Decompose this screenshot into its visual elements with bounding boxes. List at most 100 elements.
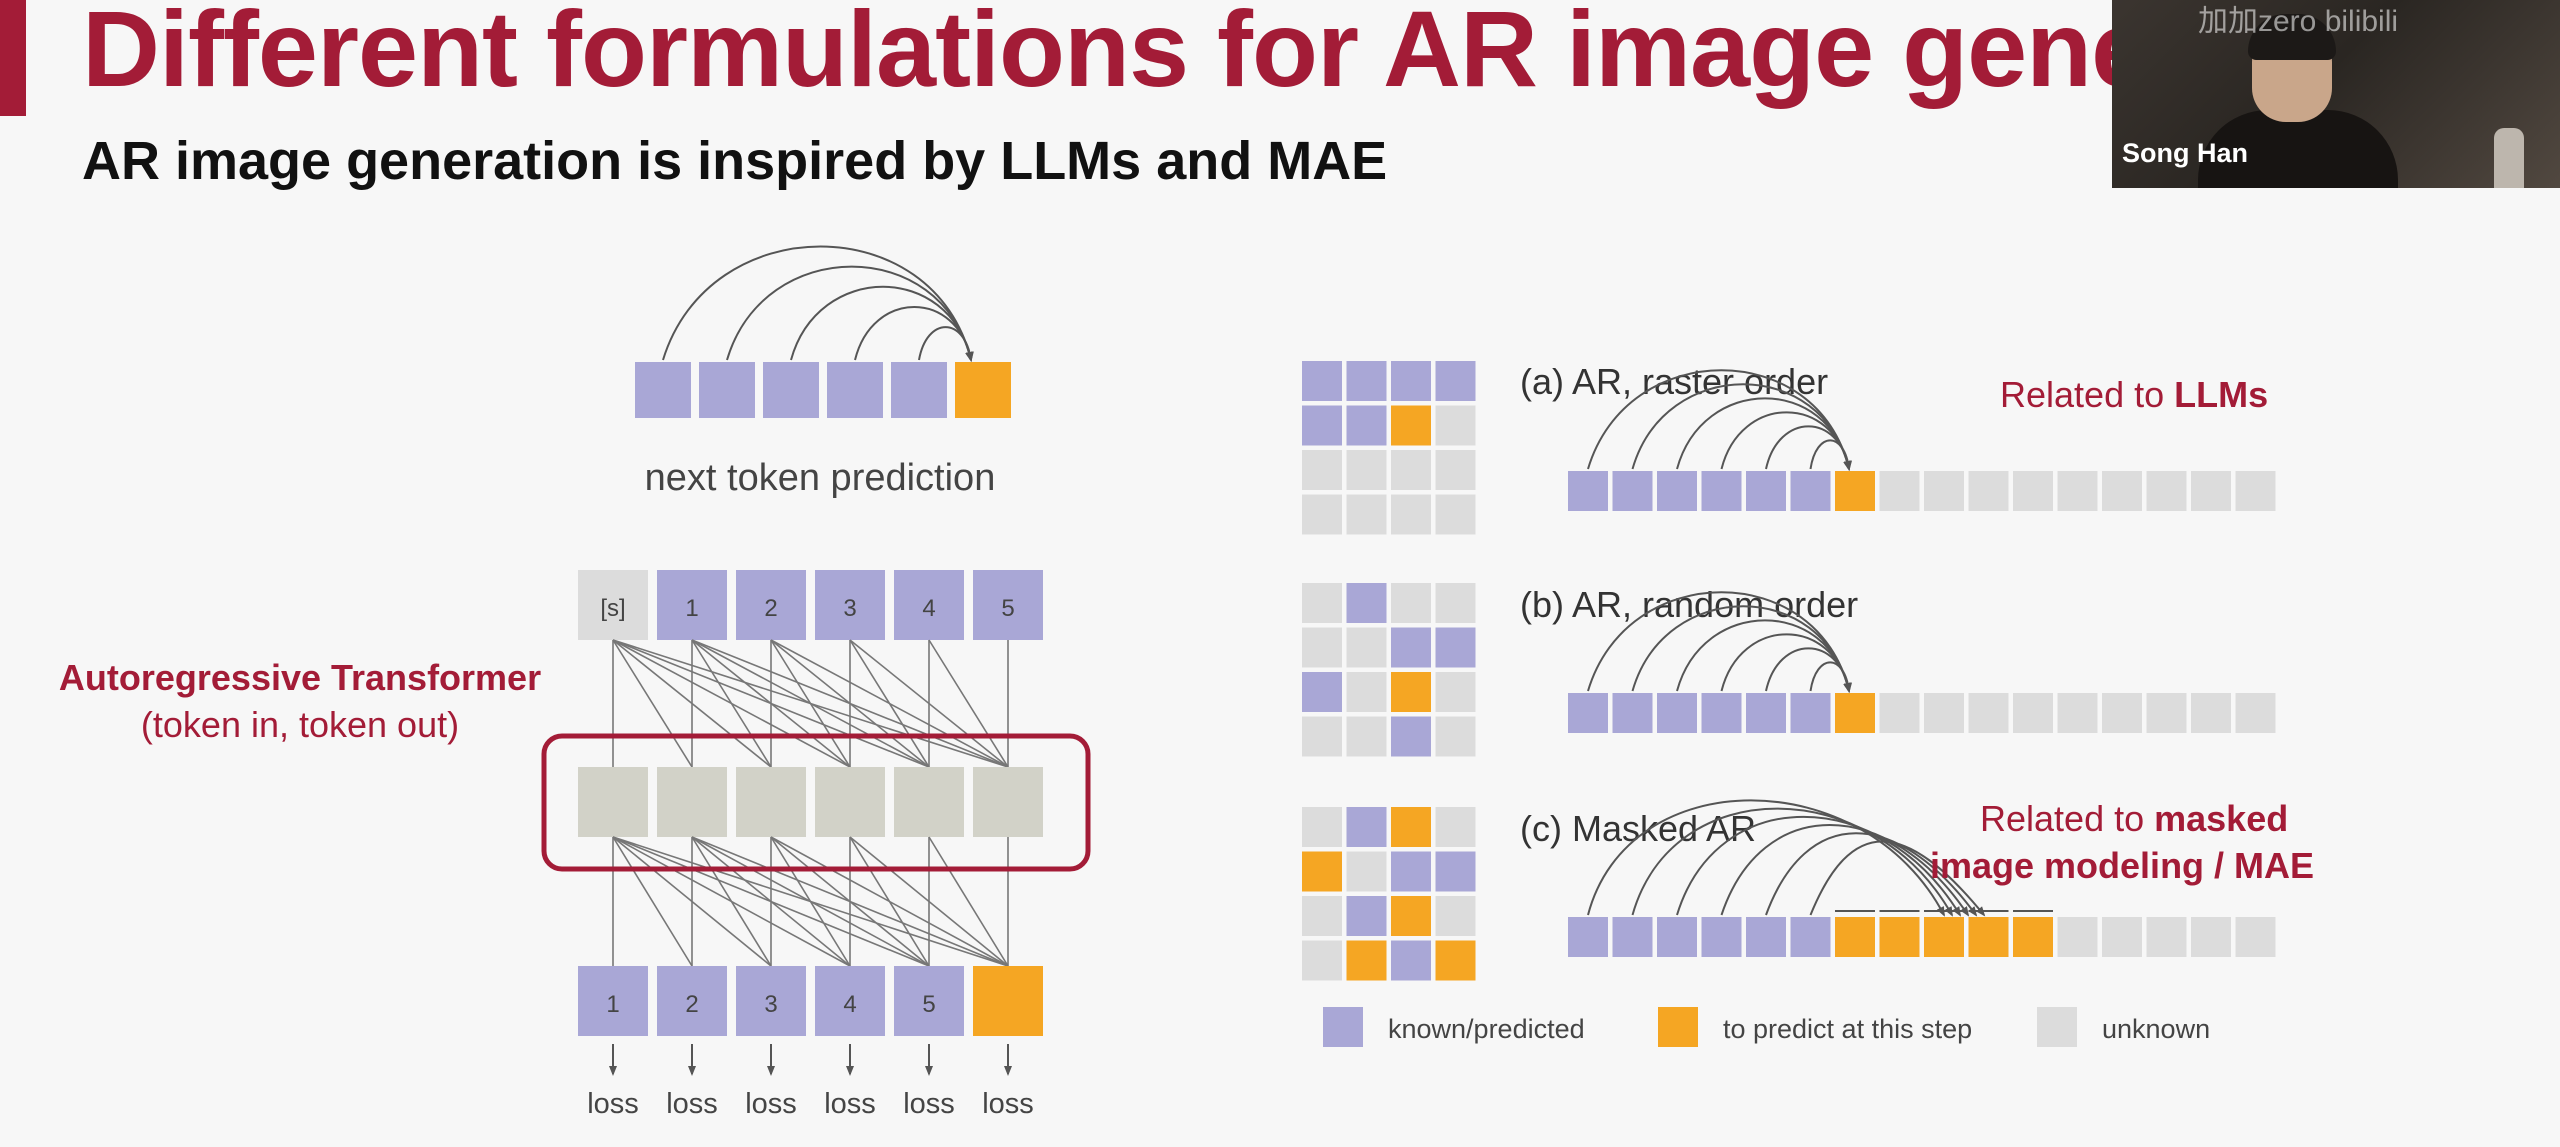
hidden-unit [973,767,1043,837]
input-token-label: 5 [1001,595,1014,622]
sequence-arc-4 [1765,425,1852,471]
sequence-known [1701,917,1742,957]
sequence-arc-5 [1809,439,1853,471]
hidden-unit [894,767,964,837]
sequence-unknown [1924,693,1964,733]
sequence-known [1612,917,1653,957]
ar-formulations-diagram: next token prediction[s] 1 2 3 4 51 2 3 4 5loss lo… [59,245,2314,1120]
sequence-known [1657,917,1697,957]
prediction-arc-4 [918,326,974,362]
formulation-label: (a) AR, raster order [1520,361,1828,402]
sequence-unknown [2102,917,2142,957]
hidden-unit [736,767,806,837]
sequence-predict [1835,693,1875,733]
related-mae-prefix: Related to [1980,798,2154,839]
input-token-label: 1 [685,595,698,622]
sequence-predict [1968,917,2009,957]
legend-swatch-known [1323,1007,1363,1047]
sequence-unknown [2191,471,2231,511]
sequence-unknown [2146,693,2187,733]
grid-cell [1302,494,1342,535]
grid-cell [1302,405,1342,446]
sequence-known [1701,693,1742,733]
attention-line [612,836,693,967]
transformer-label: Autoregressive Transformer [59,657,541,698]
prediction-arc-3 [854,305,974,362]
input-token-label: [s] [600,595,625,622]
sequence-unknown [2057,471,2098,511]
sequence-unknown [2146,471,2187,511]
known-token [827,362,883,418]
formulation-label: (c) Masked AR [1520,808,1756,849]
grid-cell [1391,672,1431,712]
grid-cell [1435,940,1476,981]
grid-cell [1391,361,1431,401]
known-token [891,362,947,418]
output-token-label: 1 [606,991,619,1018]
grid-cell [1435,494,1476,535]
hidden-unit [578,767,648,837]
legend-label-predict: to predict at this step [1723,1014,1972,1044]
sequence-known [1701,471,1742,511]
grid-cell [1302,672,1342,712]
sequence-unknown [2191,693,2231,733]
grid-cell [1391,716,1431,757]
sequence-known [1568,693,1608,733]
sequence-known [1657,693,1697,733]
sequence-unknown [2235,917,2276,957]
grid-cell [1302,716,1342,757]
sequence-known [1612,693,1653,733]
input-token-label: 2 [764,595,777,622]
related-llms-text: Related to LLMs [2000,374,2268,415]
sequence-known [1657,471,1697,511]
output-token-label: 2 [685,991,698,1018]
attention-line [928,836,1009,967]
attention-line [928,639,1009,768]
related-llms-bold: LLMs [2174,374,2268,415]
attention-line [770,836,851,967]
sequence-unknown [1968,471,2009,511]
attention-line [612,639,693,768]
grid-cell [1391,450,1431,490]
grid-cell [1435,807,1476,847]
transformer-sublabel: (token in, token out) [141,704,459,745]
sequence-unknown [2013,471,2053,511]
hidden-unit [657,767,727,837]
grid-cell [1346,672,1387,712]
grid-cell [1346,807,1387,847]
grid-cell [1302,896,1342,936]
sequence-known [1790,917,1831,957]
grid-cell [1346,940,1387,981]
sequence-known [1612,471,1653,511]
next-token-prediction: next token prediction [635,245,1011,499]
grid-cell [1435,716,1476,757]
autoregressive-transformer: [s] 1 2 3 4 5 1 2 3 4 5 loss loss loss loss loss loss Aut… [59,570,1091,1120]
grid-cell [1435,361,1476,401]
grid-cell [1435,896,1476,936]
sequence-predict [1835,917,1875,957]
attention-line [691,639,772,768]
formulation-row: (b) AR, random order [1302,583,2276,757]
loss-label: loss [666,1088,718,1120]
output-token-label: 5 [922,991,935,1018]
sequence-unknown [2102,471,2142,511]
loss-label: loss [824,1088,876,1120]
loss-label: loss [587,1088,639,1120]
output-token-label: 3 [764,991,777,1018]
legend: known/predicted to predict at this step un… [1323,1007,2210,1047]
sequence-arc-4 [1765,647,1852,693]
attention-line [849,639,930,768]
grid-cell [1391,627,1431,668]
grid-cell [1302,627,1342,668]
grid-cell [1346,494,1387,535]
sequence-predict [1879,917,1920,957]
attention-line [691,836,772,967]
sequence-unknown [1879,471,1920,511]
grid-cell [1346,627,1387,668]
grid-cell [1346,361,1387,401]
legend-swatch-predict [1658,1007,1698,1047]
sequence-known [1746,693,1786,733]
sequence-known [1790,471,1831,511]
legend-swatch-unknown [2037,1007,2077,1047]
sequence-predict [2013,917,2053,957]
